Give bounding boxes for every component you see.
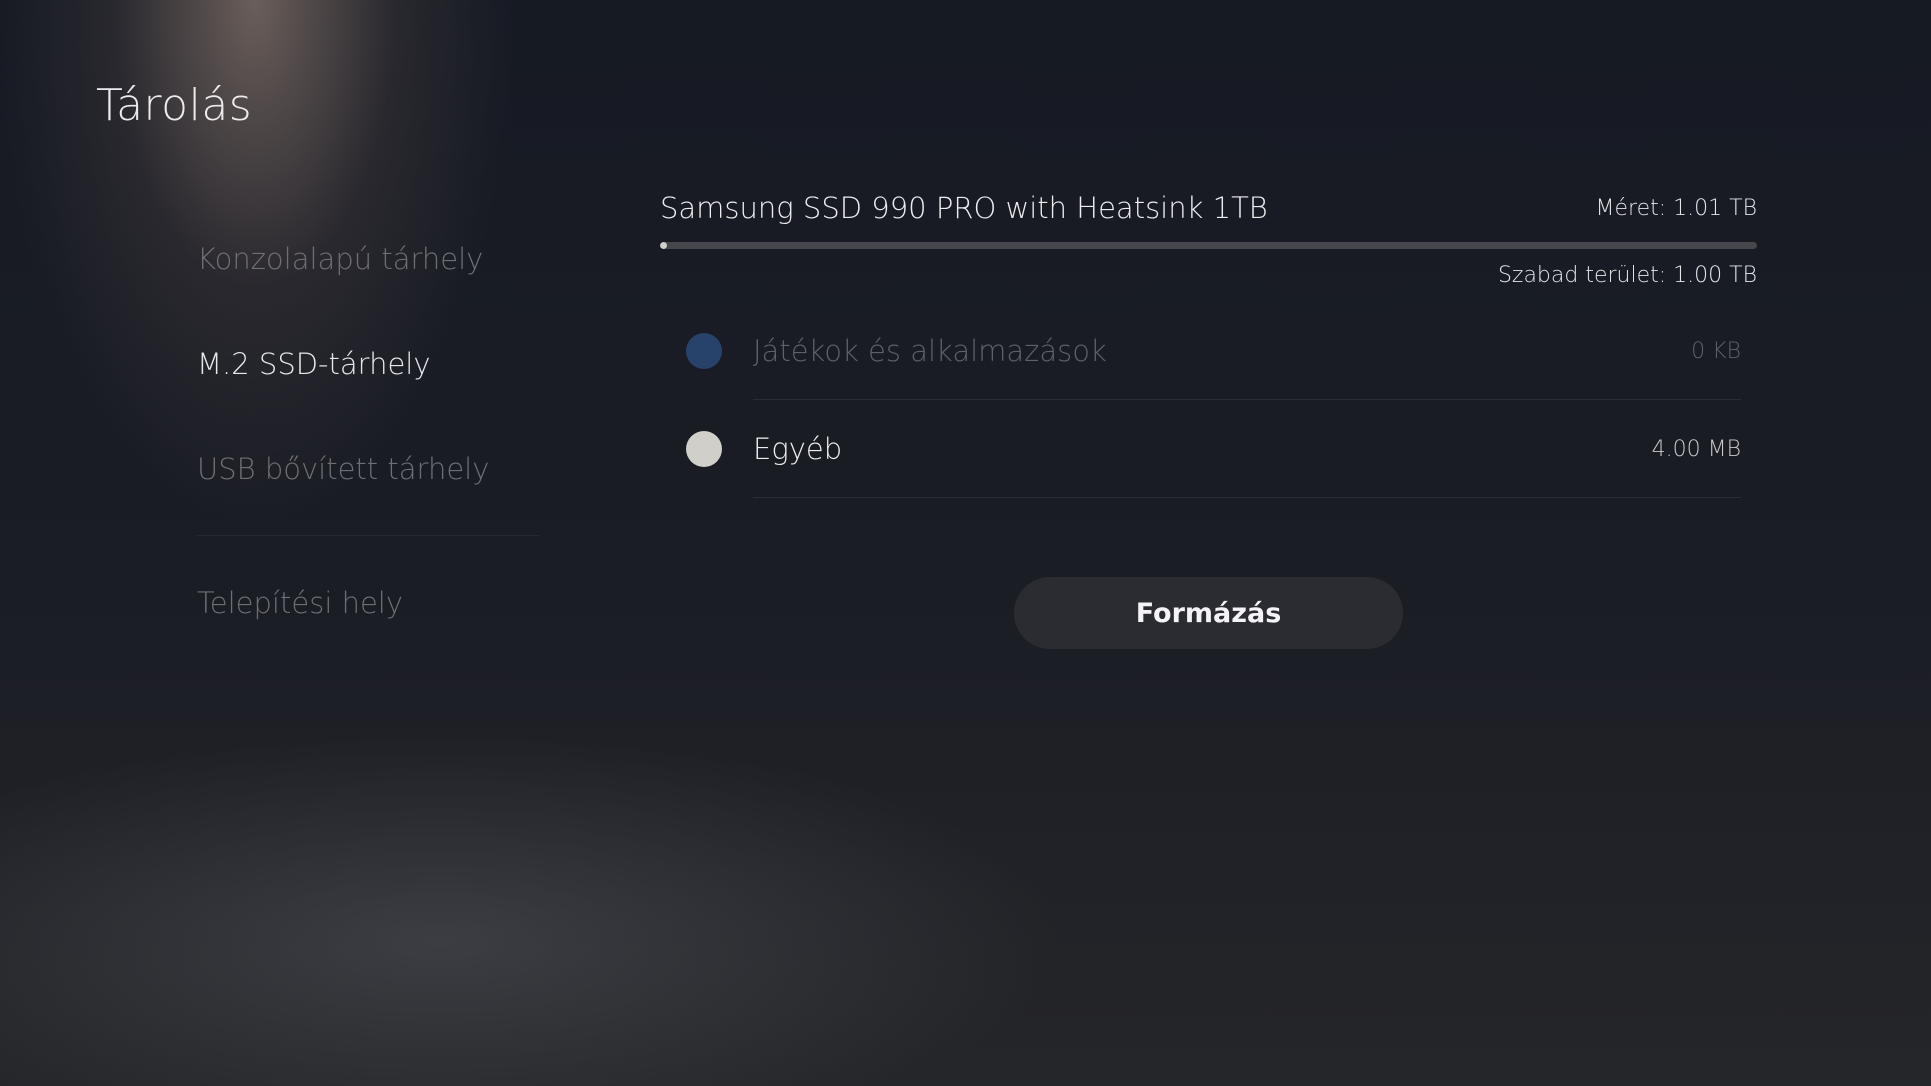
category-size: 0 KB: [1691, 338, 1741, 364]
storage-usage-bar: [660, 242, 1757, 249]
category-color-dot: [686, 431, 722, 467]
category-label: Játékok és alkalmazások: [753, 334, 1107, 368]
drive-header: Samsung SSD 990 PRO with Heatsink 1TB Mé…: [660, 186, 1757, 230]
sidebar: Konzolalapú tárhely M.2 SSD-tárhely USB …: [197, 206, 539, 655]
drive-size: Méret: 1.01 TB: [1595, 195, 1757, 221]
category-size: 4.00 MB: [1651, 436, 1741, 462]
sidebar-item-m2-ssd-storage[interactable]: M.2 SSD-tárhely: [197, 311, 539, 416]
sidebar-item-install-location[interactable]: Telepítési hely: [197, 550, 539, 655]
page-title: Tárolás: [96, 80, 253, 131]
storage-details-panel: Samsung SSD 990 PRO with Heatsink 1TB Mé…: [660, 186, 1757, 498]
category-label: Egyéb: [753, 432, 843, 466]
storage-usage-fill: [660, 242, 667, 249]
category-row-other[interactable]: Egyéb 4.00 MB: [686, 400, 1741, 498]
sidebar-divider: [197, 535, 539, 536]
sidebar-item-usb-extended-storage[interactable]: USB bővített tárhely: [197, 416, 539, 521]
sidebar-item-console-storage[interactable]: Konzolalapú tárhely: [197, 206, 539, 311]
category-color-dot: [686, 333, 722, 369]
free-space-label: Szabad terület: 1.00 TB: [1497, 263, 1757, 288]
format-button[interactable]: Formázás: [1014, 577, 1403, 649]
drive-name: Samsung SSD 990 PRO with Heatsink 1TB: [660, 191, 1268, 225]
category-row-games-apps[interactable]: Játékok és alkalmazások 0 KB: [686, 302, 1741, 400]
storage-category-list: Játékok és alkalmazások 0 KB Egyéb 4.00 …: [686, 302, 1741, 498]
